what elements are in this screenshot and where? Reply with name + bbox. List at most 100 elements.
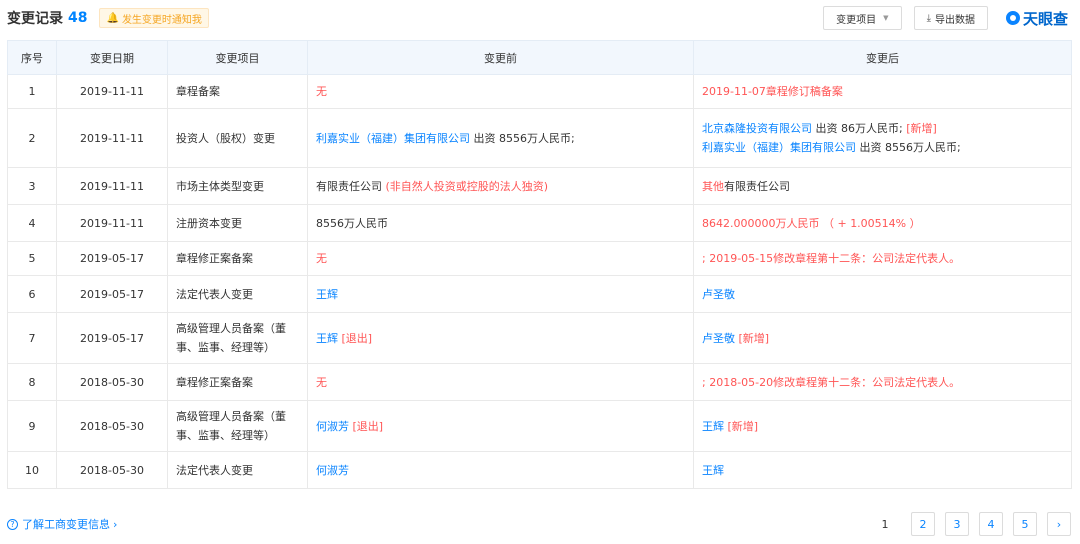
export-button-label: 导出数据 — [934, 14, 975, 26]
question-icon: ? — [7, 518, 18, 530]
change-text: ; 2019-05-15修改章程第十二条：公司法定代表人。 — [702, 252, 961, 265]
change-before: 利嘉实业（福建）集团有限公司 出资 8556万人民币; — [307, 108, 694, 168]
entity-link[interactable]: 卢圣敬 — [702, 332, 735, 345]
row-number: 6 — [7, 275, 57, 313]
change-records-table: 序号 变更日期 变更项目 变更前 变更后 1 2019-11-11 章程备案无 201… — [7, 40, 1072, 489]
row-number: 1 — [7, 74, 57, 109]
row-number: 7 — [7, 312, 57, 364]
change-text: 无 — [316, 252, 327, 265]
change-date: 2018-05-30 — [56, 363, 168, 401]
page-link[interactable]: 4 — [979, 512, 1003, 536]
change-text: 出资 8556万人民币; — [470, 131, 575, 145]
change-after: 8642.000000万人民币 （ + 1.00514% ） — [693, 204, 1072, 242]
change-item: 高级管理人员备案（董事、监事、经理等） — [167, 312, 308, 364]
change-before: 无 — [307, 241, 694, 276]
change-text: [新增] — [906, 122, 937, 135]
next-page-button[interactable]: › — [1047, 512, 1071, 536]
download-icon: ⤓ — [926, 12, 931, 24]
change-after: 王辉 — [693, 451, 1072, 489]
change-date: 2019-11-11 — [56, 74, 168, 109]
table-row: 9 2018-05-30 高级管理人员备案（董事、监事、经理等） 何淑芳 [退出] 王辉… — [7, 400, 1072, 452]
change-before: 8556万人民币 — [307, 204, 694, 242]
entity-link[interactable]: 何淑芳 — [316, 464, 349, 477]
entity-link[interactable]: 利嘉实业（福建）集团有限公司 — [702, 141, 856, 154]
change-item: 投资人（股权）变更 — [167, 108, 308, 168]
table-row: 2 2019-11-11 投资人（股权）变更 利嘉实业（福建）集团有限公司 出资 85… — [7, 108, 1072, 168]
table-row: 1 2019-11-11 章程备案无 2019-11-07章程修订稿备案 — [7, 74, 1072, 109]
change-text: 8642.000000万人民币 （ + 1.00514% ） — [702, 216, 921, 230]
entity-link[interactable]: 北京森隆投资有限公司 — [702, 122, 812, 135]
change-text: 出资 8556万人民币; — [856, 141, 961, 154]
notify-label: 发生变更时通知我 — [121, 14, 202, 26]
table-row: 4 2019-11-11 注册资本变更 8556万人民币 8642.000000万人民币… — [7, 204, 1072, 242]
entity-link[interactable]: 王辉 — [316, 332, 338, 345]
change-item: 高级管理人员备案（董事、监事、经理等） — [167, 400, 308, 452]
page-current: 1 — [881, 517, 889, 531]
change-after-line: 其他有限责任公司 — [702, 177, 1063, 196]
change-after: ; 2018-05-20修改章程第十二条：公司法定代表人。 — [693, 363, 1072, 401]
filter-dropdown[interactable]: 变更项目 ▼ — [823, 6, 902, 30]
section-header: 变更记录 48 🔔 发生变更时通知我 变更项目 ▼ ⤓ 导出数据 天眼查 — [7, 6, 1068, 30]
change-text: 有限责任公司 — [724, 179, 790, 193]
chevron-right-icon: › — [113, 517, 118, 531]
change-text: [退出] — [349, 419, 384, 433]
change-item: 章程修正案备案 — [167, 241, 308, 276]
table-row: 5 2019-05-17 章程修正案备案无 ; 2019-05-15修改章程第十二条：… — [7, 241, 1072, 276]
entity-link[interactable]: 何淑芳 — [316, 420, 349, 433]
change-text: [新增] — [724, 419, 759, 433]
change-after: ; 2019-05-15修改章程第十二条：公司法定代表人。 — [693, 241, 1072, 276]
bell-icon: 🔔 — [106, 12, 119, 24]
change-item: 法定代表人变更 — [167, 451, 308, 489]
change-before-line: 王辉 — [316, 285, 685, 304]
change-item: 章程备案 — [167, 74, 308, 109]
change-before-line: 无 — [316, 373, 685, 392]
record-count: 48 — [68, 10, 88, 26]
entity-link[interactable]: 王辉 — [316, 288, 338, 301]
entity-link[interactable]: 王辉 — [702, 464, 724, 477]
change-text: ; 2018-05-20修改章程第十二条：公司法定代表人。 — [702, 375, 961, 389]
entity-link[interactable]: 卢圣敬 — [702, 288, 735, 301]
pagination: 1 2 3 4 5 › — [873, 512, 1071, 536]
section-title: 变更记录 — [7, 11, 63, 27]
entity-link[interactable]: 利嘉实业（福建）集团有限公司 — [316, 132, 470, 145]
change-after-line: 卢圣敬 [新增] — [702, 329, 1063, 348]
change-after-line: 利嘉实业（福建）集团有限公司 出资 8556万人民币; — [702, 138, 1063, 157]
column-header-item: 变更项目 — [167, 40, 308, 75]
change-after-line: 卢圣敬 — [702, 285, 1063, 304]
export-button[interactable]: ⤓ 导出数据 — [913, 6, 988, 30]
change-after: 王辉 [新增] — [693, 400, 1072, 452]
help-link-label: 了解工商变更信息 — [22, 518, 110, 531]
change-after: 2019-11-07章程修订稿备案 — [693, 74, 1072, 109]
change-before-line: 8556万人民币 — [316, 214, 685, 233]
column-header-after: 变更后 — [693, 40, 1072, 75]
change-before-line: 王辉 [退出] — [316, 329, 685, 348]
table-row: 7 2019-05-17 高级管理人员备案（董事、监事、经理等） 王辉 [退出] 卢圣敬… — [7, 312, 1072, 364]
change-text: 无 — [316, 85, 327, 98]
entity-link[interactable]: 王辉 — [702, 420, 724, 433]
change-after-line: 8642.000000万人民币 （ + 1.00514% ） — [702, 214, 1063, 233]
change-after-line: 2019-11-07章程修订稿备案 — [702, 82, 1063, 101]
change-item: 法定代表人变更 — [167, 275, 308, 313]
page-link[interactable]: 2 — [911, 512, 935, 536]
change-date: 2018-05-30 — [56, 400, 168, 452]
row-number: 2 — [7, 108, 57, 168]
change-text: (非自然人投资或控股的法人独资) — [385, 179, 549, 193]
change-before-line: 利嘉实业（福建）集团有限公司 出资 8556万人民币; — [316, 129, 685, 148]
page-link[interactable]: 5 — [1013, 512, 1037, 536]
notify-button[interactable]: 🔔 发生变更时通知我 — [99, 8, 209, 28]
help-link[interactable]: ? 了解工商变更信息 › — [7, 516, 117, 532]
change-date: 2019-11-11 — [56, 108, 168, 168]
change-item: 市场主体类型变更 — [167, 167, 308, 205]
logo-text: 天眼查 — [1022, 9, 1068, 28]
change-after-line: ; 2019-05-15修改章程第十二条：公司法定代表人。 — [702, 249, 1063, 268]
change-text: 其他 — [702, 179, 724, 193]
change-before-line: 无 — [316, 82, 685, 101]
change-before-line: 何淑芳 [退出] — [316, 417, 685, 436]
change-date: 2019-11-11 — [56, 204, 168, 242]
change-text: 有限责任公司 — [316, 179, 386, 193]
page-link[interactable]: 3 — [945, 512, 969, 536]
change-date: 2019-05-17 — [56, 312, 168, 364]
change-after: 卢圣敬 — [693, 275, 1072, 313]
change-text: 出资 86万人民币; — [812, 122, 907, 135]
table-header-row: 序号 变更日期 变更项目 变更前 变更后 — [7, 40, 1072, 75]
